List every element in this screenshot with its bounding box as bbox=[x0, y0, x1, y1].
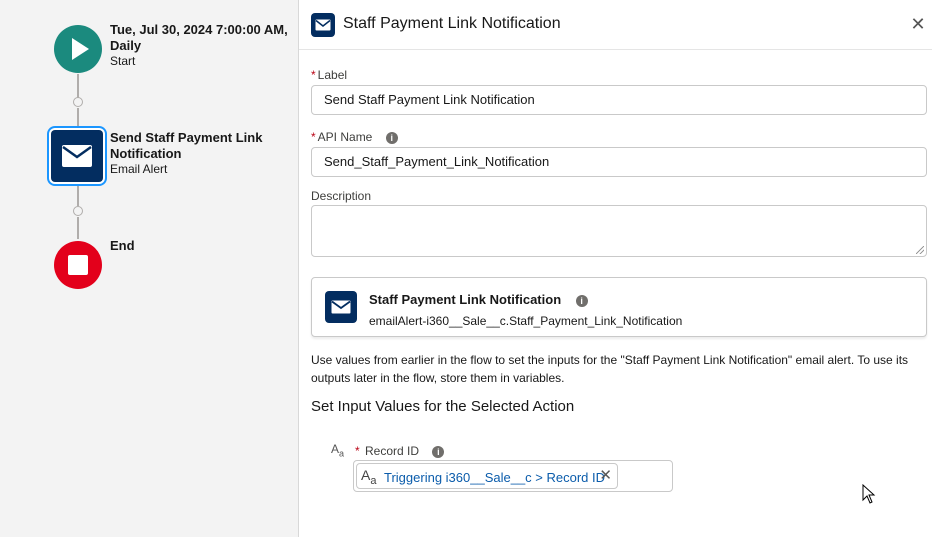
envelope-icon bbox=[315, 19, 331, 31]
info-icon[interactable]: i bbox=[575, 294, 588, 307]
required-marker: * bbox=[311, 130, 316, 144]
action-card-title-text: Staff Payment Link Notification bbox=[369, 292, 562, 307]
envelope-icon bbox=[331, 300, 351, 314]
mouse-cursor-icon bbox=[862, 484, 876, 504]
label-field-label: * Label bbox=[311, 68, 347, 82]
connector-line bbox=[77, 108, 79, 128]
panel-header: Staff Payment Link Notification ✕ bbox=[299, 0, 932, 50]
type-glyph-sub: a bbox=[339, 448, 345, 459]
flow-canvas: Tue, Jul 30, 2024 7:00:00 AM, Daily Star… bbox=[0, 0, 298, 537]
connector-line bbox=[77, 74, 79, 98]
connector-add-dot[interactable] bbox=[73, 97, 83, 107]
required-marker: * bbox=[311, 68, 316, 82]
start-node-subtitle: Start bbox=[110, 54, 136, 68]
pill-label: Triggering i360__Sale__c > Record ID bbox=[384, 470, 606, 485]
panel-title: Staff Payment Link Notification bbox=[343, 15, 561, 32]
email-alert-icon bbox=[311, 13, 335, 37]
api-name-input[interactable]: Send_Staff_Payment_Link_Notification bbox=[311, 147, 927, 177]
label-input[interactable]: Send Staff Payment Link Notification bbox=[311, 85, 927, 115]
close-icon[interactable]: ✕ bbox=[910, 15, 926, 33]
info-icon[interactable]: i bbox=[385, 131, 398, 144]
selected-action-card: Staff Payment Link Notification i emailA… bbox=[311, 277, 927, 337]
remove-icon[interactable]: ✕ bbox=[599, 468, 612, 484]
start-node-title-line1: Tue, Jul 30, 2024 7:00:00 AM, bbox=[110, 22, 288, 37]
action-node-title-line1: Send Staff Payment Link bbox=[110, 130, 263, 145]
connector-line bbox=[77, 186, 79, 206]
resource-pill[interactable]: Aa Triggering i360__Sale__c > Record ID … bbox=[356, 463, 618, 489]
help-text: Use values from earlier in the flow to s… bbox=[311, 353, 909, 385]
info-icon[interactable]: i bbox=[432, 445, 445, 458]
action-card-title: Staff Payment Link Notification i bbox=[369, 292, 588, 307]
action-node-subtitle: Email Alert bbox=[110, 162, 168, 176]
required-marker: * bbox=[355, 444, 360, 458]
text-type-icon: Aa bbox=[361, 467, 376, 487]
start-node-title-line2: Daily bbox=[110, 38, 142, 53]
email-alert-icon bbox=[325, 291, 357, 323]
record-id-input[interactable]: Aa Triggering i360__Sale__c > Record ID … bbox=[353, 460, 673, 492]
end-node-stop-icon[interactable] bbox=[54, 241, 102, 289]
action-node-title-line2: Notification bbox=[110, 146, 182, 161]
section-title: Set Input Values for the Selected Action bbox=[311, 398, 575, 415]
panel-divider[interactable] bbox=[298, 0, 299, 537]
action-card-api-name: emailAlert-i360__Sale__c.Staff_Payment_L… bbox=[369, 314, 683, 328]
api-name-label-text: API Name bbox=[317, 130, 373, 144]
start-node-play-icon[interactable] bbox=[54, 25, 102, 73]
record-id-label-text: Record ID bbox=[365, 444, 420, 458]
connector-add-dot[interactable] bbox=[73, 206, 83, 216]
connector-line bbox=[77, 217, 79, 239]
text-type-icon: Aa bbox=[331, 442, 344, 458]
pill-type-glyph-sub: a bbox=[370, 474, 377, 487]
pill-type-glyph: A bbox=[361, 467, 371, 483]
description-textarea[interactable] bbox=[311, 205, 927, 257]
description-field-label: Description bbox=[311, 189, 372, 203]
email-alert-node[interactable] bbox=[51, 130, 103, 182]
api-name-field-label: * API Name i bbox=[311, 130, 398, 144]
envelope-icon bbox=[62, 145, 92, 167]
type-glyph: A bbox=[331, 442, 340, 456]
label-text: Label bbox=[317, 68, 348, 82]
end-node-title: End bbox=[110, 238, 135, 253]
record-id-field-label: * Record ID i bbox=[355, 444, 445, 458]
resize-grip-icon[interactable] bbox=[916, 246, 924, 254]
